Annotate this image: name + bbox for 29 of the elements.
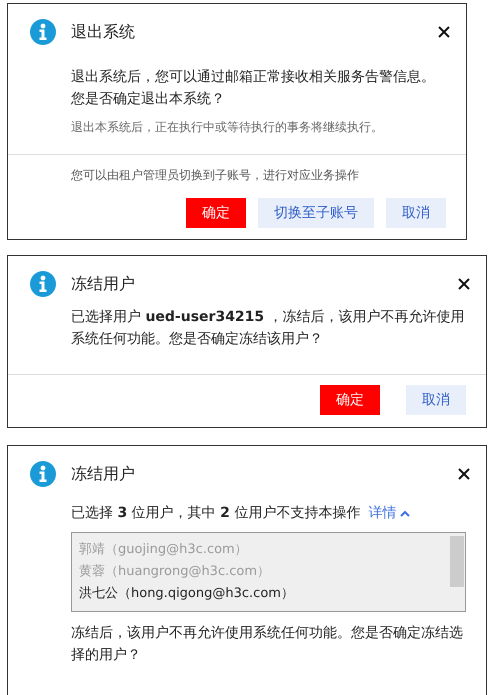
info-icon [30,461,56,487]
action-button[interactable]: 切换至子账号 [258,198,374,228]
close-icon [438,26,450,38]
footer-note: 您可以由租户管理员切换到子账号，进行对应业务操作 [71,167,360,184]
details-link[interactable]: 详情 [368,504,410,522]
user-item: 郭靖（guojing@h3c.com） [79,541,249,559]
message-text: 冻结后，该用户不再允许使用系统任何功能。您是否确定冻结选择的用户？ [71,624,464,665]
action-button[interactable]: 取消 [406,385,466,415]
close-button[interactable] [456,276,472,292]
close-icon [458,278,470,290]
message-text: 退出系统后，您可以通过邮箱正常接收相关服务告警信息。您是否确定退出本系统？ [71,68,436,109]
info-icon [30,271,56,297]
dialog-title: 冻结用户 [71,274,136,294]
close-button[interactable] [436,24,452,40]
info-icon [30,19,56,45]
user-item: 黄蓉（huangrong@h3c.com） [79,563,271,581]
chevron-up-icon [400,510,410,516]
dialog-title: 冻结用户 [71,464,136,484]
user-item: 洪七公（hong.qigong@h3c.com） [79,585,295,603]
action-button[interactable]: 取消 [386,198,446,228]
close-icon [458,468,470,480]
dialog-title: 退出系统 [71,22,136,42]
note-text: 退出本系统后，正在执行中或等待执行的事务将继续执行。 [71,119,384,136]
scrollbar[interactable] [450,536,464,587]
confirm-button[interactable]: 确定 [320,385,380,415]
close-button[interactable] [456,466,472,482]
message-text: 已选择 3 位用户，其中 2 位用户不支持本操作 [71,504,360,523]
message-text: 已选择用户 ued-user34215 ，冻结后，该用户不再允许使用系统任何功能。您是否确定冻结该用户？ [71,308,466,349]
confirm-button[interactable]: 确定 [186,198,246,228]
